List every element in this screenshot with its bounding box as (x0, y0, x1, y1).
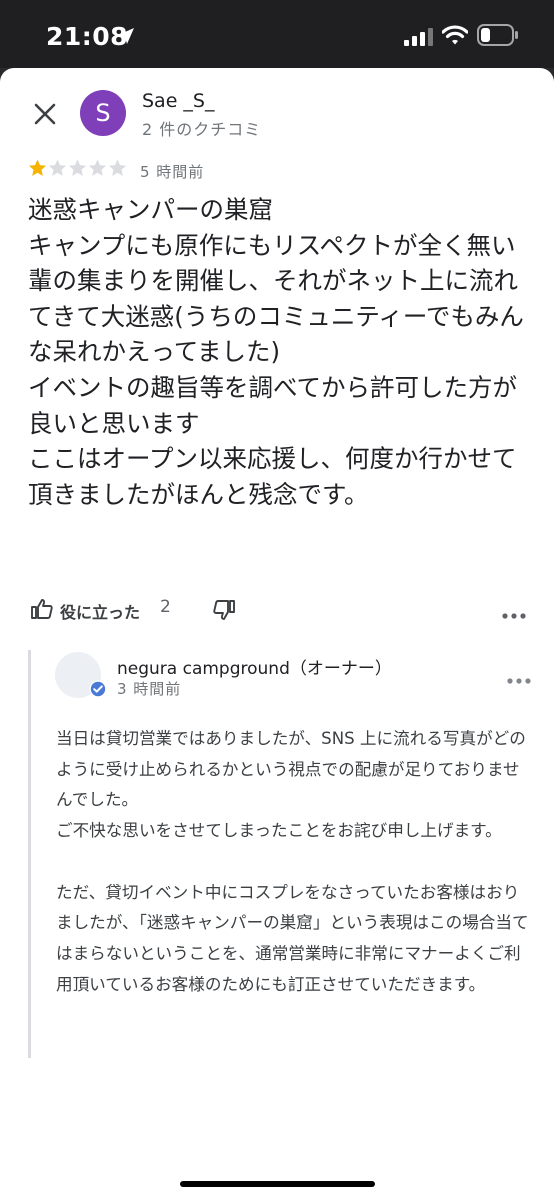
cellular-signal-icon (404, 28, 434, 50)
helpful-count: 2 (160, 597, 171, 617)
helpful-label[interactable]: 役に立った (60, 599, 140, 623)
close-icon[interactable] (33, 102, 57, 126)
reply-time: 3 時間前 (117, 680, 182, 698)
star-empty-icon (68, 159, 87, 176)
battery-icon (477, 24, 519, 50)
location-arrow-icon (116, 26, 136, 50)
owner-reply: negura campground（オーナー） 3 時間前 当日は貸切営業ではあ… (28, 650, 531, 1058)
star-filled-icon (28, 159, 47, 176)
review-actions: 役に立った 2 (28, 594, 528, 624)
home-indicator (180, 1181, 375, 1187)
thumbs-down-icon[interactable] (212, 598, 236, 626)
reviewer-name[interactable]: Sae _S_ (142, 90, 215, 112)
star-rating (28, 158, 128, 180)
avatar-letter: S (95, 99, 111, 127)
owner-name: negura campground（オーナー） (117, 659, 392, 679)
reply-more-options-icon[interactable] (507, 670, 531, 689)
status-bar: 21:08 (0, 0, 554, 68)
star-empty-icon (108, 159, 127, 176)
star-empty-icon (88, 159, 107, 176)
star-empty-icon (48, 159, 67, 176)
reply-text: 当日は貸切営業ではありましたが、SNS 上に流れる写真がどのように受け止められる… (56, 729, 529, 994)
review-count: 2 件のクチコミ (142, 120, 262, 139)
wifi-icon (441, 24, 469, 50)
thumbs-up-icon[interactable] (30, 597, 54, 625)
verified-badge-icon (89, 680, 107, 702)
review-text: 迷惑キャンパーの巣窟 キャンプにも原作にもリスペクトが全く無い輩の集まりを開催し… (28, 195, 524, 509)
review-sheet: S Sae _S_ 2 件のクチコミ 5 時間前 迷惑キャンパーの巣窟 キャンプ… (0, 68, 554, 1200)
reviewer-avatar[interactable]: S (80, 90, 126, 136)
review-time: 5 時間前 (140, 163, 205, 181)
more-options-icon[interactable] (502, 606, 526, 625)
